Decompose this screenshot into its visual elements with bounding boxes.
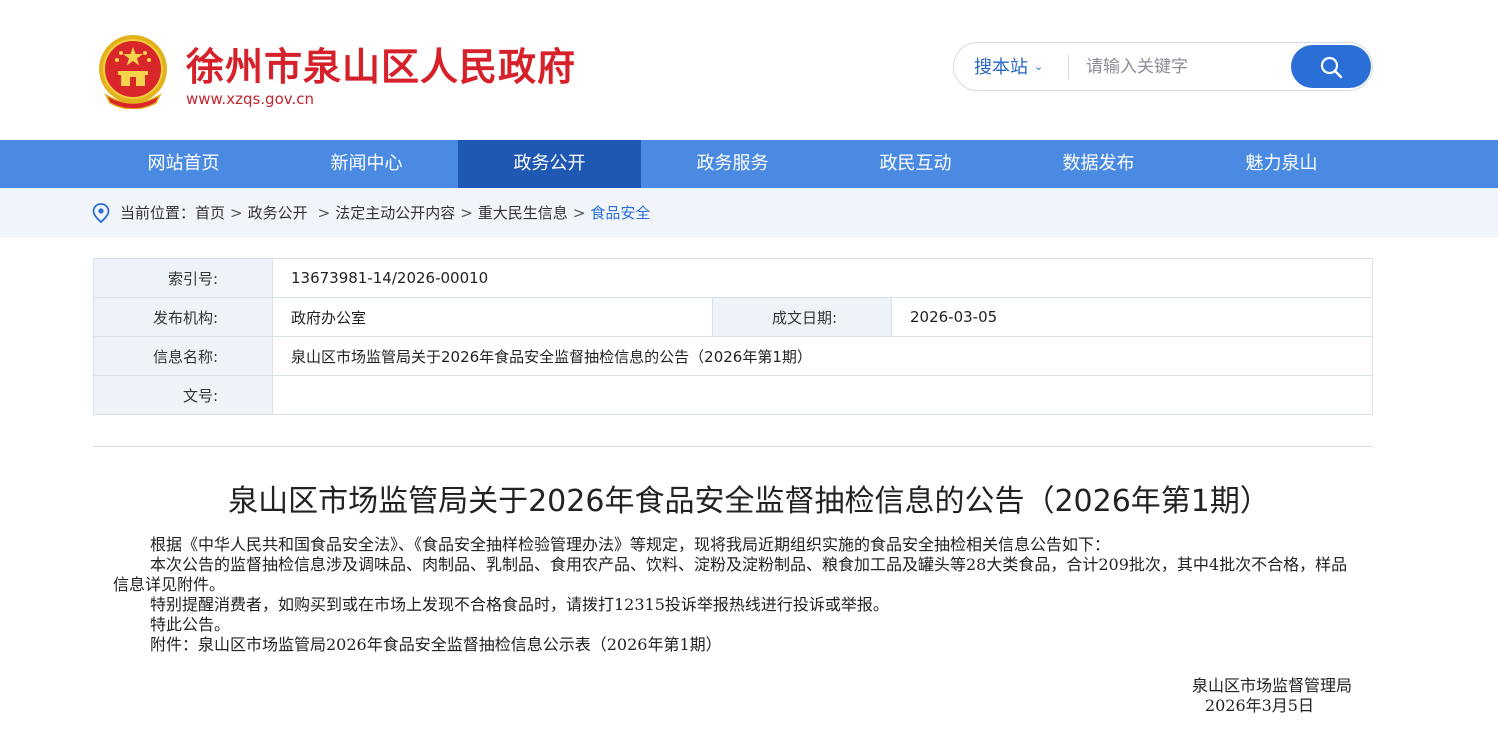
table-row: 文号:	[93, 375, 1373, 415]
search-separator	[1068, 55, 1069, 79]
site-url[interactable]: www.xzqs.gov.cn	[186, 90, 314, 108]
search-scope-label: 搜本站	[974, 57, 1028, 78]
site-header: 徐州市泉山区人民政府 www.xzqs.gov.cn 搜本站 ⌄	[0, 0, 1498, 140]
publisher-value: 政府办公室	[272, 297, 713, 337]
signer: 泉山区市场监督管理局	[1191, 676, 1352, 695]
main-nav: 网站首页 新闻中心 政务公开 政务服务 政民互动 数据发布 魅力泉山	[0, 140, 1498, 188]
breadcrumb: 当前位置： 首页 > 政务公开 > 法定主动公开内容 > 重大民生信息 > 食品…	[92, 188, 650, 238]
nav-item-gov-services[interactable]: 政务服务	[641, 140, 824, 188]
breadcrumb-separator: >	[230, 204, 243, 222]
breadcrumb-gov-affairs[interactable]: 政务公开	[248, 188, 308, 238]
docno-value	[272, 375, 1373, 415]
nav-item-data-release[interactable]: 数据发布	[1007, 140, 1190, 188]
site-title[interactable]: 徐州市泉山区人民政府	[186, 36, 576, 91]
attachment-link[interactable]: 附件：泉山区市场监管局2026年食品安全监督抽检信息公示表（2026年第1期）	[113, 635, 1363, 655]
breadcrumb-prefix: 当前位置：	[120, 204, 196, 222]
nav-item-interaction[interactable]: 政民互动	[824, 140, 1007, 188]
article-body: 根据《中华人民共和国食品安全法》、《食品安全抽样检验管理办法》等规定，现将我局近…	[113, 535, 1363, 655]
publisher-label: 发布机构:	[93, 297, 273, 337]
breadcrumb-livelihood-info[interactable]: 重大民生信息	[478, 188, 568, 238]
info-table: 索引号: 13673981-14/2026-00010 发布机构: 政府办公室 …	[93, 258, 1373, 415]
index-value: 13673981-14/2026-00010	[272, 258, 1373, 298]
table-row: 发布机构: 政府办公室 成文日期: 2026-03-05	[93, 297, 1373, 337]
nav-item-news[interactable]: 新闻中心	[275, 140, 458, 188]
search-input[interactable]	[1086, 51, 1286, 83]
search-icon	[1320, 56, 1343, 79]
nav-item-charm-quanshan[interactable]: 魅力泉山	[1190, 140, 1373, 188]
search-scope-dropdown[interactable]: 搜本站 ⌄	[974, 43, 1043, 90]
article-paragraph: 特此公告。	[150, 615, 231, 634]
search-button[interactable]	[1291, 45, 1371, 88]
national-emblem-icon[interactable]	[96, 33, 170, 109]
article-title: 泉山区市场监管局关于2026年食品安全监督抽检信息的公告（2026年第1期）	[228, 484, 1270, 519]
article-paragraph: 根据《中华人民共和国食品安全法》、《食品安全抽样检验管理办法》等规定，现将我局近…	[150, 535, 1111, 554]
docno-label: 文号:	[93, 375, 273, 415]
date-value: 2026-03-05	[891, 297, 1373, 337]
article-paragraph: 特别提醒消费者，如购买到或在市场上发现不合格食品时，请拨打12315投诉举报热线…	[150, 595, 889, 614]
name-value: 泉山区市场监管局关于2026年食品安全监督抽检信息的公告（2026年第1期）	[272, 336, 1373, 376]
date-label: 成文日期:	[712, 297, 892, 337]
divider	[93, 446, 1373, 447]
article-signature: 泉山区市场监督管理局 2026年3月5日	[0, 676, 1352, 716]
chevron-down-icon: ⌄	[1034, 60, 1044, 73]
breadcrumb-food-safety[interactable]: 食品安全	[590, 188, 650, 238]
breadcrumb-separator: >	[460, 204, 473, 222]
breadcrumb-separator: >	[317, 204, 331, 222]
breadcrumb-separator: >	[572, 204, 586, 222]
table-row: 索引号: 13673981-14/2026-00010	[93, 258, 1373, 298]
table-row: 信息名称: 泉山区市场监管局关于2026年食品安全监督抽检信息的公告（2026年…	[93, 336, 1373, 376]
name-label: 信息名称:	[93, 336, 273, 376]
breadcrumb-statutory-content[interactable]: 法定主动公开内容	[335, 188, 455, 238]
breadcrumb-home[interactable]: 首页	[195, 188, 225, 238]
sign-date: 2026年3月5日	[1204, 696, 1314, 715]
nav-item-home[interactable]: 网站首页	[92, 140, 275, 188]
breadcrumb-bar: 当前位置： 首页 > 政务公开 > 法定主动公开内容 > 重大民生信息 > 食品…	[0, 188, 1498, 238]
location-pin-icon	[92, 203, 110, 223]
article-paragraph: 本次公告的监督抽检信息涉及调味品、肉制品、乳制品、食用农产品、饮料、淀粉及淀粉制…	[113, 555, 1348, 594]
search-box: 搜本站 ⌄	[953, 42, 1373, 91]
nav-item-gov-affairs-open[interactable]: 政务公开	[458, 140, 641, 188]
index-label: 索引号:	[93, 258, 273, 298]
